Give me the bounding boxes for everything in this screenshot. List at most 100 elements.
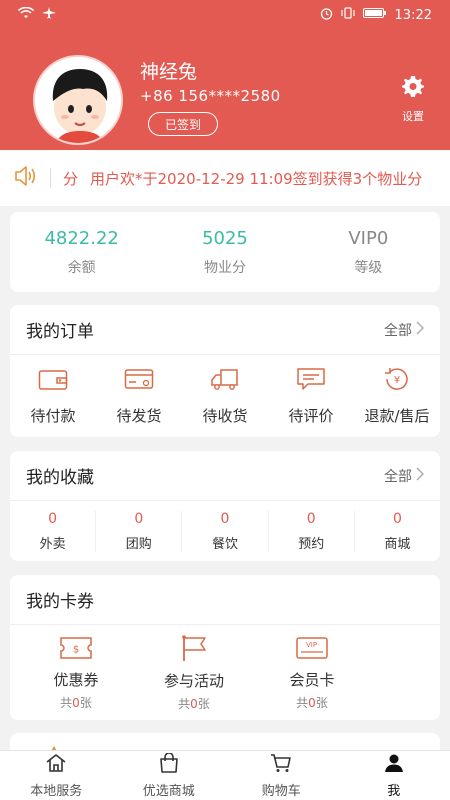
vip-card-icon: VIP [295,635,329,665]
orders-card: 我的订单 全部 待付款 待发货 待收货 待评价 ¥ 退款/售后 [10,305,440,437]
favorites-title: 我的收藏 [26,468,94,488]
vibrate-icon [340,7,355,23]
tab-label: 本地服务 [30,783,83,799]
comment-icon [296,367,326,395]
order-label: 退款/售后 [364,406,430,425]
favorite-group-buy[interactable]: 0 团购 [96,510,183,552]
order-label: 待付款 [30,406,76,425]
balance-label: 余额 [67,259,96,276]
favorite-label: 团购 [125,536,152,552]
svg-text:$: $ [73,644,79,655]
divider [50,168,51,188]
stat-property-points[interactable]: 5025 物业分 [153,212,296,292]
bottom-tab-bar: 本地服务 优选商城 购物车 我 [0,750,450,800]
coupon-label: 参与活动 [163,671,224,690]
coupon-discount[interactable]: $ 优惠券 共0张 [24,625,128,720]
profile-header: 神经兔 +86 156****2580 已签到 设置 [0,30,450,150]
cart-icon [270,753,292,777]
settings-button[interactable]: 设置 [398,74,428,124]
notice-bar[interactable]: 分用户欢*于2020-12-29 11:09签到获得3个物业分 [0,150,450,206]
wifi-icon [17,6,35,23]
status-bar: 13:22 [0,0,450,30]
favorite-label: 外卖 [39,536,66,552]
favorites-view-all-label: 全部 [384,468,412,485]
shopping-bag-icon [158,751,180,777]
card-icon [124,367,154,395]
orders-view-all[interactable]: 全部 [384,320,424,340]
coupon-icon: $ [59,635,93,665]
coupons-header: 我的卡券 [10,575,440,625]
coupons-card: 我的卡券 $ 优惠券 共0张 参与活动 共0张 VIP 会员卡 共0张 [10,575,440,720]
person-icon [383,753,405,777]
clock-time: 13:22 [394,7,432,23]
level-label: 等级 [354,259,383,276]
favorite-label: 预约 [298,536,325,552]
balance-value: 4822.22 [44,227,119,249]
coupon-count: 共0张 [296,695,328,710]
favorite-count: 0 [48,510,58,527]
favorites-card: 我的收藏 全部 0 外卖 0 团购 0 餐饮 0 预约 0 商城 [10,451,440,561]
favorite-dining[interactable]: 0 餐饮 [182,510,269,552]
orders-view-all-label: 全部 [384,322,412,339]
coupons-title: 我的卡券 [26,592,94,612]
svg-text:¥: ¥ [394,375,400,386]
favorite-count: 0 [392,510,402,527]
order-pending-payment[interactable]: 待付款 [10,355,96,437]
settings-label: 设置 [402,110,424,123]
signed-in-badge[interactable]: 已签到 [148,112,218,136]
tab-local-services[interactable]: 本地服务 [0,751,113,800]
tab-cart[interactable]: 购物车 [225,751,338,800]
avatar[interactable] [33,55,123,145]
coupon-vip-card[interactable]: VIP 会员卡 共0张 [260,625,364,720]
orders-header: 我的订单 全部 [10,305,440,355]
truck-icon [210,367,240,395]
coupon-count: 共0张 [178,696,210,711]
favorite-count: 0 [306,510,316,527]
favorite-label: 商城 [384,536,411,552]
order-label: 待收货 [202,406,248,425]
flag-icon [177,634,211,666]
notice-prefix: 分 [63,169,79,188]
gear-icon [401,74,425,102]
tab-label: 购物车 [261,783,301,799]
favorite-count: 0 [134,510,144,527]
notice-text: 用户欢*于2020-12-29 11:09签到获得3个物业分 [90,169,423,188]
stat-balance[interactable]: 4822.22 余额 [10,212,153,292]
order-pending-shipment[interactable]: 待发货 [96,355,182,437]
notice-text-container: 分用户欢*于2020-12-29 11:09签到获得3个物业分 [63,168,433,189]
stat-level[interactable]: VIP0 等级 [297,212,440,292]
battery-icon [362,7,387,23]
property-points-label: 物业分 [203,259,246,276]
order-pending-review[interactable]: 待评价 [268,355,354,437]
order-refund-aftersales[interactable]: ¥ 退款/售后 [354,355,440,437]
account-stats-card: 4822.22 余额 5025 物业分 VIP0 等级 [10,212,440,292]
home-icon [45,753,67,777]
tab-me[interactable]: 我 [338,751,450,800]
tab-select-mall[interactable]: 优选商城 [113,751,226,800]
order-label: 待发货 [116,406,162,425]
speaker-icon [14,165,38,191]
tab-label: 优选商城 [142,783,195,799]
refund-icon: ¥ [382,367,412,395]
order-pending-receipt[interactable]: 待收货 [182,355,268,437]
wallet-icon [38,367,68,395]
property-points-value: 5025 [202,227,248,249]
user-name: 神经兔 [140,61,198,83]
favorite-mall[interactable]: 0 商城 [355,511,440,552]
coupon-count: 共0张 [60,695,92,710]
favorites-view-all[interactable]: 全部 [384,466,424,486]
coupon-label: 会员卡 [289,670,335,689]
coupon-label: 优惠券 [53,670,99,689]
order-label: 待评价 [288,406,334,425]
chevron-right-icon [416,467,424,485]
coupon-activities[interactable]: 参与活动 共0张 [142,625,246,720]
airplane-icon [42,7,56,23]
chevron-right-icon [416,321,424,339]
favorite-booking[interactable]: 0 预约 [269,510,355,552]
user-phone: +86 156****2580 [140,87,281,105]
orders-title: 我的订单 [26,322,94,342]
favorite-takeaway[interactable]: 0 外卖 [10,510,97,552]
favorites-header: 我的收藏 全部 [10,451,440,501]
level-value: VIP0 [348,227,389,249]
alarm-icon [320,7,333,24]
